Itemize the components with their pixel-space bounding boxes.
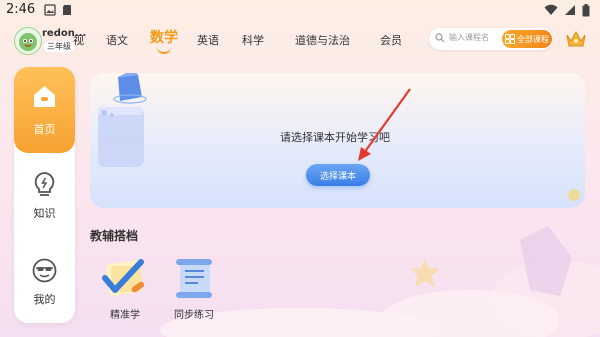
tool-label-precise-learning: 精准学 <box>110 310 140 321</box>
scroll-icon <box>176 259 212 298</box>
telescope-illustration <box>98 73 147 167</box>
tab-membership[interactable]: 会员 <box>380 32 402 48</box>
tab-science[interactable]: 科学 <box>242 32 264 48</box>
avatar-face-icon <box>19 33 37 51</box>
search-input[interactable] <box>447 32 503 43</box>
lightbulb-icon <box>34 172 55 196</box>
smiley-sunglasses-icon <box>32 258 57 283</box>
sidebar-item-knowledge[interactable]: 知识 <box>14 163 75 233</box>
status-time: 2:46 <box>6 2 36 17</box>
sidebar-item-home[interactable]: 首页 <box>14 67 75 153</box>
user-grade: 三年级 <box>44 41 74 52</box>
avatar[interactable] <box>14 27 42 55</box>
tool-label-sync-practice: 同步练习 <box>174 310 214 321</box>
check-mark-icon <box>102 259 145 296</box>
card-corner-badge <box>568 189 580 201</box>
tab-math[interactable]: 数学 <box>150 27 178 47</box>
top-nav: redon... 三年级 视 语文 数学 英语 科学 道德与法治 会员 全部课程 <box>0 24 600 56</box>
sidebar-label-home: 首页 <box>33 123 56 136</box>
sd-card-icon <box>63 5 71 15</box>
sidebar: 首页 知识 我的 <box>14 67 75 323</box>
crown-icon[interactable] <box>565 29 587 49</box>
signal-icon <box>565 5 575 15</box>
status-bar: 2:46 <box>0 0 600 22</box>
tab-english[interactable]: 英语 <box>197 32 219 48</box>
tab-morality-law[interactable]: 道德与法治 <box>295 32 350 48</box>
select-textbook-button[interactable]: 选择课本 <box>306 164 370 186</box>
sidebar-item-mine[interactable]: 我的 <box>14 249 75 319</box>
gallery-icon <box>44 4 56 16</box>
grid-icon <box>505 34 515 44</box>
tab-chinese[interactable]: 语文 <box>106 32 128 48</box>
select-textbook-prompt: 请选择课本开始学习吧 <box>280 131 390 144</box>
home-icon <box>34 86 55 107</box>
tab-video[interactable]: 视 <box>73 32 84 48</box>
textbook-card: 请选择课本开始学习吧 选择课本 <box>90 73 585 208</box>
search-box: 全部课程 <box>429 28 553 50</box>
sidebar-label-mine: 我的 <box>33 293 56 306</box>
all-courses-label: 全部课程 <box>517 34 549 44</box>
tools-section-title: 教辅搭档 <box>90 229 139 243</box>
all-courses-button[interactable]: 全部课程 <box>502 30 552 48</box>
search-icon <box>435 33 445 43</box>
wifi-icon <box>544 4 558 15</box>
battery-icon <box>582 4 590 17</box>
active-tab-indicator <box>157 47 171 54</box>
sidebar-label-knowledge: 知识 <box>33 207 56 220</box>
